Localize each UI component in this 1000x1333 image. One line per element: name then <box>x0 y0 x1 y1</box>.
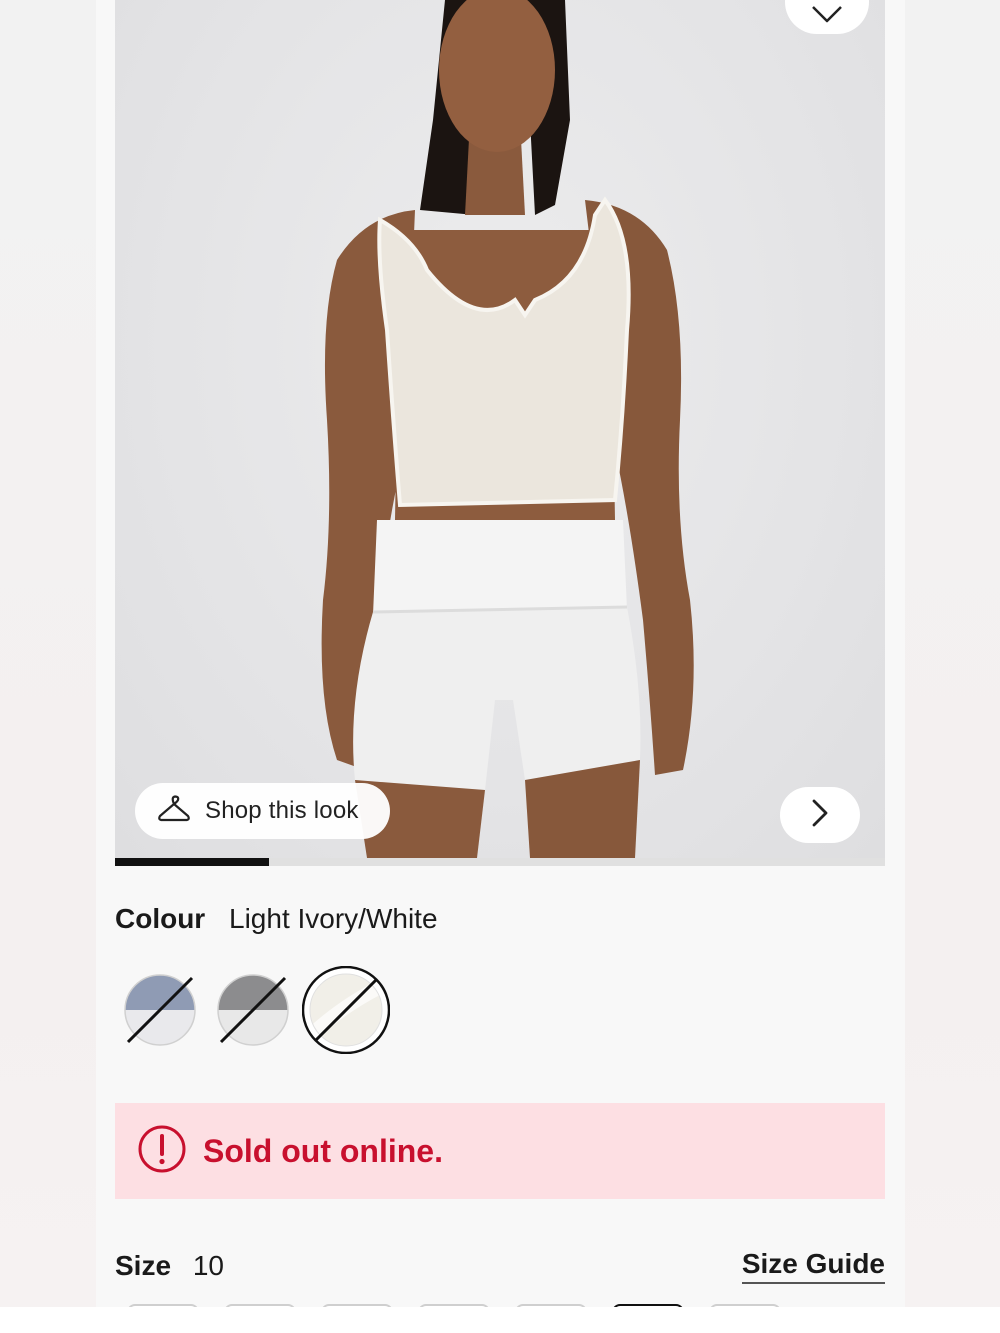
colour-row: Colour Light Ivory/White <box>115 903 438 935</box>
size-label: Size <box>115 1250 172 1281</box>
carousel-progress <box>115 858 885 866</box>
product-photo <box>321 0 694 858</box>
heart-icon <box>809 5 845 34</box>
product-image-carousel[interactable]: Shop this look <box>115 0 885 858</box>
size-row: Size 10 <box>115 1250 224 1282</box>
shop-this-look-label: Shop this look <box>205 797 359 824</box>
bottom-bar <box>0 1307 1000 1333</box>
sold-out-message: Sold out online. <box>203 1132 443 1169</box>
background-left <box>0 0 96 1333</box>
carousel-progress-fill <box>115 858 269 866</box>
swatch-grey[interactable] <box>217 974 289 1046</box>
colour-label: Colour <box>115 903 206 934</box>
swatch-blue-grey[interactable] <box>124 974 196 1046</box>
size-value: 10 <box>192 1250 224 1281</box>
sold-out-alert: Sold out online. <box>115 1103 885 1199</box>
size-guide-link[interactable]: Size Guide <box>741 1248 885 1284</box>
swatch-light-ivory-selected[interactable] <box>301 965 391 1055</box>
next-image-button[interactable] <box>780 787 860 843</box>
shop-this-look-button[interactable]: Shop this look <box>135 783 390 839</box>
hanger-icon <box>157 794 191 828</box>
exclamation-circle-icon <box>137 1124 187 1179</box>
product-page: Shop this look Colour Light Ivory/White <box>96 0 905 1307</box>
colour-value: Light Ivory/White <box>229 903 438 934</box>
background-right <box>905 0 1000 1333</box>
chevron-right-icon <box>810 798 830 833</box>
